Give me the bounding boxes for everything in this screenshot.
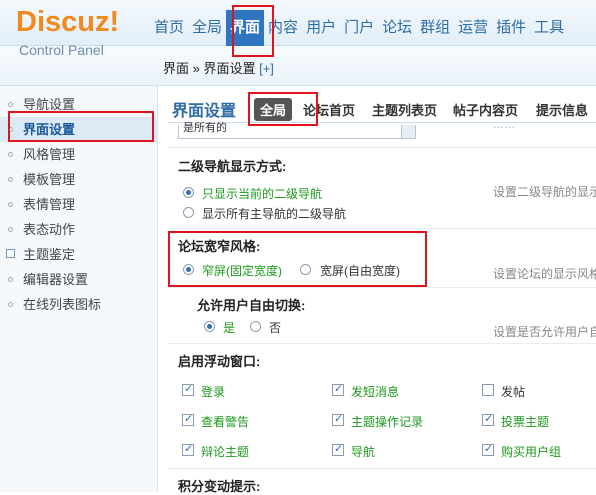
switch-no-option[interactable]: 否 — [269, 319, 281, 336]
divider — [168, 343, 596, 344]
logo-text: Discuz! — [16, 6, 120, 38]
nav-global[interactable]: 全局 — [188, 10, 226, 46]
breadcrumb-add-link[interactable]: [+] — [259, 61, 274, 76]
annotation-box-width — [168, 231, 427, 287]
bullet-icon — [8, 277, 13, 282]
tab-thread-list[interactable]: 主题列表页 — [372, 100, 437, 119]
credit-notify-label: 积分变动提示: — [178, 479, 261, 494]
nav-plugins[interactable]: 插件 — [492, 10, 530, 46]
sidebar: 导航设置 界面设置 风格管理 模板管理 表情管理 表态动作 主题鉴定 编辑器设置… — [0, 86, 158, 492]
float-buygroup-label[interactable]: 购买用户组 — [501, 443, 561, 460]
breadcrumb-text: 界面 » 界面设置 — [163, 61, 256, 76]
nav2-label: 二级导航显示方式: — [178, 159, 287, 174]
top-navigation: 首页 全局 界面 内容 用户 门户 论坛 群组 运营 插件 工具 — [150, 10, 568, 46]
float-login-checkbox[interactable] — [182, 382, 194, 396]
nav-forum[interactable]: 论坛 — [378, 10, 416, 46]
sidebar-item-label: 在线列表图标 — [23, 297, 102, 312]
float-pm-checkbox[interactable] — [332, 382, 344, 396]
sidebar-item-template[interactable]: 模板管理 — [0, 167, 158, 192]
nav-operations[interactable]: 运营 — [454, 10, 492, 46]
float-buygroup-checkbox[interactable] — [482, 442, 494, 456]
switch-yes-radio[interactable] — [204, 321, 215, 332]
bullet-icon — [8, 202, 13, 207]
float-modlog-checkbox[interactable] — [332, 412, 344, 426]
logo-subtitle: Control Panel — [19, 42, 104, 58]
float-nav-label[interactable]: 导航 — [351, 443, 375, 460]
tab-prompt-info[interactable]: 提示信息 — [536, 100, 588, 119]
bullet-icon — [8, 102, 13, 107]
divider — [168, 468, 596, 469]
bullet-icon — [8, 152, 13, 157]
partial-select[interactable]: 是所有的 — [178, 122, 416, 139]
nav-portal[interactable]: 门户 — [340, 10, 378, 46]
switch-label: 允许用户自由切换: — [197, 298, 306, 313]
breadcrumb-bar: Control Panel 界面 » 界面设置 [+] — [0, 42, 596, 86]
switch-hint: 设置是否允许用户自由 — [493, 325, 596, 339]
sidebar-item-label: 表情管理 — [23, 197, 76, 212]
sidebar-item-stamp[interactable]: 主题鉴定 — [0, 242, 158, 267]
header-bar: Discuz! 首页 全局 界面 内容 用户 门户 论坛 群组 运营 插件 工具 — [0, 0, 596, 46]
sidebar-item-online-icons[interactable]: 在线列表图标 — [0, 292, 158, 317]
bullet-icon — [8, 227, 13, 232]
float-debate-checkbox[interactable] — [182, 442, 194, 456]
sidebar-item-label: 风格管理 — [23, 147, 76, 162]
sidebar-item-click[interactable]: 表态动作 — [0, 217, 158, 242]
float-post-label[interactable]: 发帖 — [501, 383, 525, 400]
float-warn-checkbox[interactable] — [182, 412, 194, 426]
nav2-option-all[interactable]: 显示所有主导航的二级导航 — [202, 205, 346, 222]
chevron-down-icon — [401, 125, 415, 138]
breadcrumb: 界面 » 界面设置 [+] — [163, 58, 274, 77]
float-login-label[interactable]: 登录 — [201, 383, 225, 400]
sidebar-item-label: 模板管理 — [23, 172, 76, 187]
sidebar-item-smilies[interactable]: 表情管理 — [0, 192, 158, 217]
float-poll-label[interactable]: 投票主题 — [501, 413, 549, 430]
float-poll-checkbox[interactable] — [482, 412, 494, 426]
nav2-option-all-radio[interactable] — [183, 207, 194, 218]
annotation-box-nav — [232, 5, 274, 57]
sidebar-item-label: 主题鉴定 — [23, 247, 76, 262]
nav2-option-current[interactable]: 只显示当前的二级导航 — [202, 185, 322, 202]
nav2-option-current-radio[interactable] — [183, 187, 194, 198]
divider — [168, 228, 596, 229]
sidebar-item-label: 表态动作 — [23, 222, 76, 237]
setting-hint: …… — [493, 119, 515, 131]
nav-groups[interactable]: 群组 — [416, 10, 454, 46]
width-hint: 设置论坛的显示风格 — [493, 267, 596, 281]
nav-tools[interactable]: 工具 — [530, 10, 568, 46]
float-debate-label[interactable]: 辩论主题 — [201, 443, 249, 460]
divider — [168, 147, 596, 148]
nav2-hint: 设置二级导航的显示 — [493, 185, 596, 199]
sidebar-item-label: 编辑器设置 — [23, 272, 89, 287]
switch-no-radio[interactable] — [250, 321, 261, 332]
tab-divider — [168, 122, 596, 123]
switch-yes-option[interactable]: 是 — [223, 319, 235, 336]
annotation-box-sidebar — [8, 111, 154, 142]
select-value: 是所有的 — [183, 122, 227, 134]
float-post-checkbox[interactable] — [482, 384, 494, 396]
sidebar-item-editor[interactable]: 编辑器设置 — [0, 267, 158, 292]
external-link-icon — [6, 249, 15, 258]
annotation-box-tab — [248, 92, 318, 126]
tab-post-content[interactable]: 帖子内容页 — [453, 100, 518, 119]
bullet-icon — [8, 302, 13, 307]
float-window-label: 启用浮动窗口: — [178, 354, 261, 369]
bullet-icon — [8, 177, 13, 182]
nav-home[interactable]: 首页 — [150, 10, 188, 46]
nav-users[interactable]: 用户 — [302, 10, 340, 46]
float-nav-checkbox[interactable] — [332, 442, 344, 456]
float-pm-label[interactable]: 发短消息 — [351, 383, 399, 400]
float-warn-label[interactable]: 查看警告 — [201, 413, 249, 430]
divider — [168, 287, 596, 288]
page-title: 界面设置 — [172, 103, 237, 120]
float-modlog-label[interactable]: 主题操作记录 — [351, 413, 423, 430]
sidebar-item-style[interactable]: 风格管理 — [0, 142, 158, 167]
